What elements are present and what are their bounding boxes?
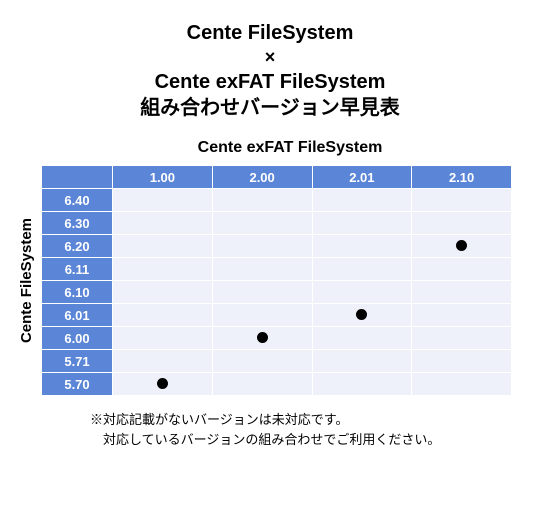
table-row: 6.40 — [42, 189, 511, 211]
matrix-cell — [412, 258, 511, 280]
chart-layout: Cente FileSystem 1.002.002.012.10 6.406.… — [0, 165, 540, 396]
table-row: 6.20 — [42, 235, 511, 257]
matrix-cell — [313, 258, 412, 280]
dot-icon — [257, 332, 268, 343]
compat-matrix: 1.002.002.012.10 6.406.306.206.116.106.0… — [41, 165, 512, 396]
title-block: Cente FileSystem × Cente exFAT FileSyste… — [0, 0, 540, 121]
footnote: ※対応記載がないバージョンは未対応です。 対応しているバージョンの組み合わせでご… — [0, 396, 540, 449]
matrix-cell — [113, 350, 212, 372]
dot-icon — [456, 240, 467, 251]
matrix-cell — [213, 189, 312, 211]
col-header: 1.00 — [113, 166, 212, 188]
matrix-cell — [113, 258, 212, 280]
matrix-header: 1.002.002.012.10 — [42, 166, 511, 188]
footnote-line-1: ※対応記載がないバージョンは未対応です。 — [90, 410, 512, 430]
row-header: 5.70 — [42, 373, 112, 395]
matrix-cell — [412, 212, 511, 234]
table-row: 6.01 — [42, 304, 511, 326]
table-row: 6.30 — [42, 212, 511, 234]
matrix-cell — [213, 327, 312, 349]
row-header: 5.71 — [42, 350, 112, 372]
title-line-1: Cente FileSystem — [0, 20, 540, 46]
table-row: 6.00 — [42, 327, 511, 349]
footnote-line-2: 対応しているバージョンの組み合わせでご利用ください。 — [90, 430, 512, 450]
row-header: 6.11 — [42, 258, 112, 280]
matrix-cell — [313, 327, 412, 349]
matrix-cell — [113, 373, 212, 395]
table-row: 6.11 — [42, 258, 511, 280]
title-cross: × — [0, 46, 540, 69]
matrix-cell — [313, 189, 412, 211]
matrix-cell — [113, 212, 212, 234]
matrix-cell — [113, 189, 212, 211]
row-header: 6.30 — [42, 212, 112, 234]
matrix-cell — [412, 304, 511, 326]
table-row: 5.70 — [42, 373, 511, 395]
matrix-cell — [412, 189, 511, 211]
matrix-cell — [412, 327, 511, 349]
matrix-corner — [42, 166, 112, 188]
matrix-cell — [313, 212, 412, 234]
matrix-cell — [313, 350, 412, 372]
matrix-cell — [213, 373, 312, 395]
matrix-cell — [213, 235, 312, 257]
dot-icon — [356, 309, 367, 320]
matrix-cell — [412, 350, 511, 372]
table-row: 6.10 — [42, 281, 511, 303]
matrix-cell — [113, 281, 212, 303]
matrix-cell — [313, 373, 412, 395]
matrix-cell — [313, 304, 412, 326]
col-header: 2.00 — [213, 166, 312, 188]
matrix-cell — [412, 281, 511, 303]
title-line-2: Cente exFAT FileSystem — [0, 69, 540, 95]
column-axis-label: Cente exFAT FileSystem — [0, 139, 540, 157]
matrix-cell — [213, 258, 312, 280]
row-header: 6.00 — [42, 327, 112, 349]
col-header: 2.10 — [412, 166, 511, 188]
matrix-cell — [213, 212, 312, 234]
matrix-cell — [313, 235, 412, 257]
matrix-cell — [113, 327, 212, 349]
matrix-cell — [313, 281, 412, 303]
matrix-body: 6.406.306.206.116.106.016.005.715.70 — [42, 189, 511, 395]
row-header: 6.01 — [42, 304, 112, 326]
matrix-cell — [213, 350, 312, 372]
table-row: 5.71 — [42, 350, 511, 372]
row-header: 6.40 — [42, 189, 112, 211]
matrix-cell — [113, 235, 212, 257]
row-axis-label: Cente FileSystem — [12, 218, 41, 343]
matrix-cell — [113, 304, 212, 326]
row-header: 6.20 — [42, 235, 112, 257]
title-line-3: 組み合わせバージョン早見表 — [0, 95, 540, 121]
matrix-cell — [412, 373, 511, 395]
matrix-cell — [213, 281, 312, 303]
col-header: 2.01 — [313, 166, 412, 188]
row-header: 6.10 — [42, 281, 112, 303]
dot-icon — [157, 378, 168, 389]
matrix-cell — [213, 304, 312, 326]
matrix-cell — [412, 235, 511, 257]
